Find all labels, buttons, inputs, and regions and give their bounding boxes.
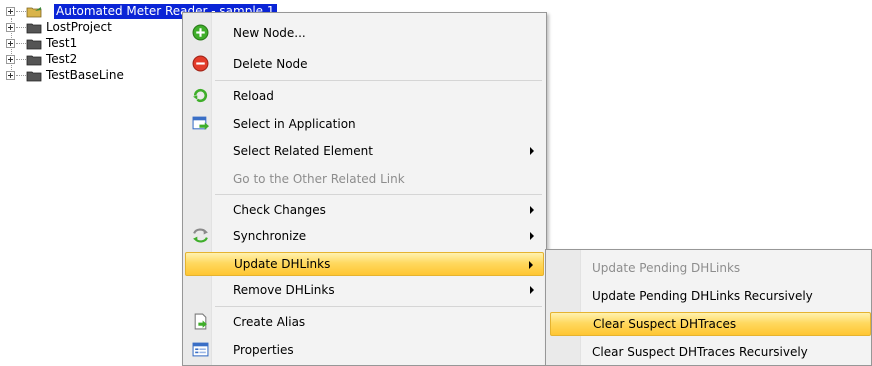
menu-item-select-related-element[interactable]: Select Related Element [185, 139, 544, 163]
menu-item-label: Update Pending DHLinks [592, 261, 741, 275]
menu-item-label: Select Related Element [233, 144, 373, 158]
menu-item-label: Create Alias [233, 315, 306, 329]
update-dhlinks-submenu: Update Pending DHLinks Update Pending DH… [545, 249, 872, 366]
context-menu: New Node... Delete Node Reload Select in… [182, 12, 547, 366]
submenu-item-update-pending-dhlinks: Update Pending DHLinks [550, 256, 871, 280]
folder-icon [26, 23, 42, 34]
tree-node-label[interactable]: TestBaseLine [44, 68, 126, 83]
tree-connector [16, 75, 26, 76]
create-alias-icon [194, 313, 207, 330]
menu-item-label: Reload [233, 89, 274, 103]
menu-item-select-in-application[interactable]: Select in Application [185, 112, 544, 136]
menu-separator [215, 306, 542, 307]
menu-separator [215, 194, 542, 195]
tree-node-label[interactable]: LostProject [44, 20, 114, 35]
menu-item-label: Clear Suspect DHTraces [593, 317, 737, 331]
menu-item-update-dhlinks[interactable]: Update DHLinks [185, 252, 544, 276]
synchronize-icon [193, 228, 208, 243]
menu-item-label: Remove DHLinks [233, 283, 335, 297]
folder-alias-icon [26, 7, 42, 18]
submenu-item-clear-suspect-dhtraces-recursively[interactable]: Clear Suspect DHTraces Recursively [550, 340, 871, 364]
expand-icon[interactable] [6, 7, 15, 16]
submenu-arrow-icon [530, 147, 534, 155]
folder-icon [26, 39, 42, 50]
add-icon [192, 24, 209, 41]
submenu-arrow-icon [530, 232, 534, 240]
menu-item-label: Check Changes [233, 203, 326, 217]
tree-connector [16, 27, 26, 28]
menu-item-check-changes[interactable]: Check Changes [185, 198, 544, 222]
menu-item-label: Properties [233, 343, 294, 357]
menu-item-properties[interactable]: Properties [185, 338, 544, 362]
menu-item-label: Delete Node [233, 57, 308, 71]
reload-icon [193, 88, 208, 103]
delete-icon [192, 55, 209, 72]
menu-item-label: Synchronize [233, 229, 307, 243]
properties-icon [192, 342, 209, 357]
menu-item-label: Go to the Other Related Link [233, 172, 405, 186]
menu-item-go-to-other-related-link: Go to the Other Related Link [185, 167, 544, 191]
expand-icon[interactable] [6, 23, 15, 32]
submenu-arrow-icon [529, 261, 533, 269]
menu-item-new-node[interactable]: New Node... [185, 21, 544, 45]
menu-item-label: Update Pending DHLinks Recursively [592, 289, 813, 303]
menu-item-synchronize[interactable]: Synchronize [185, 224, 544, 248]
expand-icon[interactable] [6, 71, 15, 80]
expand-icon[interactable] [6, 39, 15, 48]
menu-item-create-alias[interactable]: Create Alias [185, 310, 544, 334]
menu-item-label: New Node... [233, 26, 306, 40]
submenu-item-clear-suspect-dhtraces[interactable]: Clear Suspect DHTraces [550, 312, 871, 336]
menu-item-label: Update DHLinks [234, 257, 331, 271]
submenu-arrow-icon [530, 206, 534, 214]
menu-item-label: Select in Application [233, 117, 356, 131]
menu-item-reload[interactable]: Reload [185, 84, 544, 108]
tree-node-label[interactable]: Test1 [44, 36, 79, 51]
submenu-arrow-icon [530, 286, 534, 294]
folder-icon [26, 71, 42, 82]
select-in-application-icon [192, 116, 209, 130]
menu-item-remove-dhlinks[interactable]: Remove DHLinks [185, 278, 544, 302]
tree-connector [16, 11, 26, 12]
tree-node-label[interactable]: Test2 [44, 52, 79, 67]
expand-icon[interactable] [6, 55, 15, 64]
tree-connector [16, 59, 26, 60]
menu-separator [215, 80, 542, 81]
menu-item-delete-node[interactable]: Delete Node [185, 52, 544, 76]
tree-connector [16, 43, 26, 44]
folder-icon [26, 55, 42, 66]
menu-item-label: Clear Suspect DHTraces Recursively [592, 345, 808, 359]
submenu-item-update-pending-dhlinks-recursively[interactable]: Update Pending DHLinks Recursively [550, 284, 871, 308]
